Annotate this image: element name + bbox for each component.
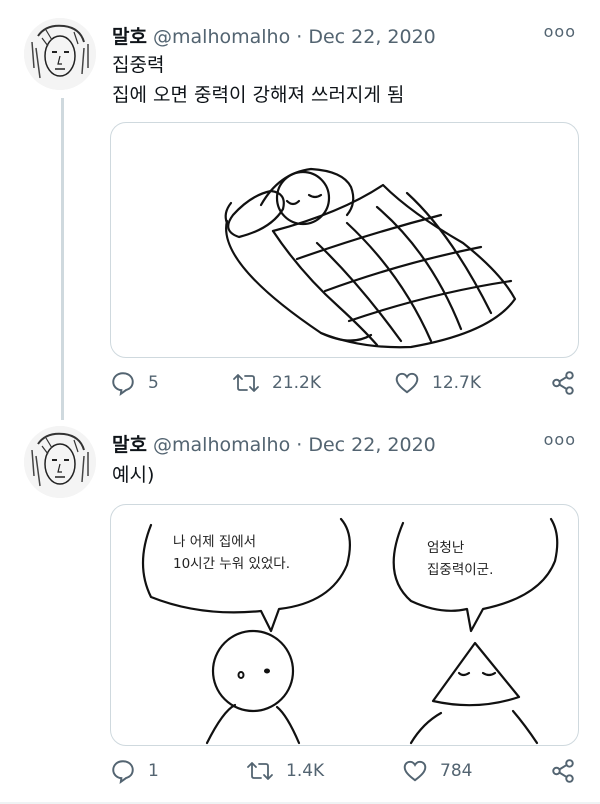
tweet-actions: 5 21.2K 12.7K	[110, 370, 580, 400]
retweet-button[interactable]: 1.4K	[246, 758, 324, 784]
share-button[interactable]	[550, 370, 576, 396]
sleeping-in-bed-illustration	[224, 167, 517, 349]
tweet-text: 집중력 집에 오면 중력이 강해져 쓰러지게 됨	[112, 54, 405, 106]
tweet-image[interactable]	[110, 122, 579, 358]
tweet-2[interactable]: 말호 @malhomalho · Dec 22, 2020 ooo 예시) 나 …	[0, 420, 600, 804]
tweet-text: 예시)	[112, 464, 155, 486]
retweet-icon	[233, 374, 259, 392]
heart-icon	[403, 760, 427, 782]
share-button[interactable]	[550, 758, 576, 784]
reply-button[interactable]: 5	[110, 370, 159, 396]
retweet-count: 21.2K	[272, 373, 321, 393]
display-name[interactable]: 말호	[112, 26, 147, 48]
speech-bubble-right: 엄청난 집중력이군.	[427, 540, 494, 578]
display-name[interactable]: 말호	[112, 434, 147, 456]
tweet-header: 말호 @malhomalho · Dec 22, 2020	[112, 22, 436, 49]
reply-icon	[112, 372, 134, 396]
like-button[interactable]: 12.7K	[394, 370, 481, 396]
avatar[interactable]	[24, 18, 96, 90]
more-options-icon[interactable]: ooo	[544, 22, 576, 41]
retweet-button[interactable]: 21.2K	[232, 370, 321, 396]
like-button[interactable]: 784	[402, 758, 472, 784]
tweet-header: 말호 @malhomalho · Dec 22, 2020	[112, 430, 436, 457]
tweet-actions: 1 1.4K 784	[110, 758, 580, 788]
like-count: 12.7K	[432, 373, 481, 393]
reply-count: 1	[148, 761, 159, 781]
tweet-1[interactable]: 말호 @malhomalho · Dec 22, 2020 ooo 집중력 집에…	[0, 0, 600, 420]
handle[interactable]: @malhomalho	[153, 434, 290, 456]
reply-button[interactable]: 1	[110, 758, 159, 784]
handle[interactable]: @malhomalho	[153, 26, 290, 48]
tweet-image[interactable]: 나 어제 집에서 10시간 누워 있었다. 엄청난 집중력이군.	[110, 504, 579, 746]
retweet-icon	[247, 762, 273, 780]
separator: ·	[296, 26, 303, 48]
heart-icon	[395, 372, 419, 394]
reply-icon	[112, 760, 134, 784]
tweet-date[interactable]: Dec 22, 2020	[308, 434, 435, 456]
tweet-date[interactable]: Dec 22, 2020	[308, 26, 435, 48]
like-count: 784	[440, 761, 473, 781]
reply-count: 5	[148, 373, 159, 393]
avatar[interactable]	[24, 426, 96, 498]
more-options-icon[interactable]: ooo	[544, 430, 576, 449]
retweet-count: 1.4K	[286, 761, 325, 781]
share-icon	[552, 759, 574, 783]
separator: ·	[296, 434, 303, 456]
speech-bubble-left: 나 어제 집에서 10시간 누워 있었다.	[173, 534, 290, 572]
share-icon	[552, 371, 574, 395]
